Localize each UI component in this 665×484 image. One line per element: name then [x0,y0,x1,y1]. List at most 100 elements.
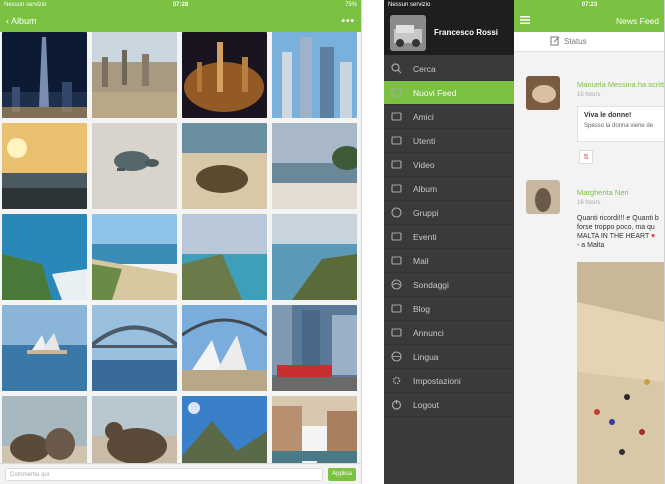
photo-dubai-night-skyline[interactable] [2,32,87,118]
post-header: Margherita Neri 16 hours [577,188,629,206]
sidebar-item-label: Annunci [413,327,444,338]
share-icon: ⇅ [583,154,589,161]
photo-dubai-aerial-city[interactable] [92,32,177,118]
photo-sydney-opera-house[interactable] [2,305,87,391]
photo-dubai-night-lights[interactable] [182,32,267,118]
post-line: - a Malta [577,242,605,249]
comment-input[interactable]: Commenta qui [5,467,323,481]
back-button[interactable]: ‹ Album [6,16,37,26]
sidebar-item-lingua[interactable]: Lingua [384,345,514,369]
sidebar-item-label: Sondaggi [413,279,449,290]
sidebar-item-label: Lingua [413,351,439,362]
sidebar-item-logout[interactable]: Logout [384,393,514,417]
photo-city-street-tram[interactable] [272,305,357,391]
photo-opera-house-closeup[interactable] [182,305,267,391]
carrier-label: Nessun servizio [388,2,431,8]
post-author[interactable]: Manuela Messina ha scritt [577,80,664,89]
news-feed: 07:23 News Feed Status Manuela Messina h… [514,0,665,484]
calendar-icon [390,230,403,243]
post-time: 15 hours [577,92,601,98]
apply-button[interactable]: Applica [328,467,356,481]
sidebar-item-label: Utenti [413,135,436,146]
status-bar: Nessun servizio [384,0,514,10]
sidebar-item-sondaggi[interactable]: Sondaggi [384,273,514,297]
sidebar-menu: Nessun servizio Francesco Rossi Cerca Nuo… [384,0,514,484]
video-icon [390,158,403,171]
sidebar-item-label: Video [413,159,435,170]
sidebar-item-utenti[interactable]: Utenti [384,129,514,153]
photo-grid [2,32,359,482]
sidebar-item-label: Amici [413,111,434,122]
comment-bar: Commenta qui Applica [0,463,361,484]
avatar[interactable] [526,180,560,214]
more-options-button[interactable]: ••• [341,16,355,27]
profile-name: Francesco Rossi [434,28,499,37]
post-line: MALTA IN THE HEART ♥ [577,233,656,240]
sidebar-item-annunci[interactable]: Annunci [384,321,514,345]
hamburger-menu-icon[interactable] [520,16,530,26]
post-time: 16 hours [577,200,601,206]
back-label: Album [11,16,37,26]
sidebar-item-blog[interactable]: Blog [384,297,514,321]
sidebar-item-impostazioni[interactable]: Impostazioni [384,369,514,393]
blog-icon [390,302,403,315]
mail-icon [390,254,403,267]
photo-coast-cliffs[interactable] [2,214,87,300]
photo-sunset-beach[interactable] [2,123,87,209]
feed-title: News Feed [616,16,659,26]
sidebar-item-label: Mail [413,255,429,266]
post-author[interactable]: Margherita Neri [577,188,629,197]
photo-beach-rocks[interactable] [272,123,357,209]
sidebar-item-label: Impostazioni [413,375,461,386]
post-card: Viva le donne! Spesso la donna viene de [577,106,665,142]
photo-rocky-coast[interactable] [272,214,357,300]
post-text: Spesso la donna viene de [584,123,654,129]
share-button[interactable]: ⇅ [579,150,593,164]
photo-skyscrapers-day[interactable] [272,32,357,118]
sidebar-item-mail[interactable]: Mail [384,249,514,273]
photo-coastal-hill[interactable] [182,214,267,300]
battery-label: 75% [344,2,357,8]
clock: 07:23 [581,2,598,8]
feed-navbar: News Feed [514,10,665,32]
sidebar-item-label: Blog [413,303,431,314]
sidebar-item-nuovi-feed[interactable]: Nuovi Feed [384,81,514,105]
heart-icon: ♥ [651,233,656,240]
sidebar-item-label: Logout [413,399,439,410]
status-bar: 07:23 [514,0,665,10]
sidebar-item-gruppi[interactable]: Gruppi [384,201,514,225]
photo-harbour-bridge[interactable] [92,305,177,391]
sidebar-item-label: Gruppi [413,207,439,218]
post-line: Quanti ricordi!!! e Quanti b [577,215,659,222]
status-button[interactable]: Status [514,32,665,52]
profile-header[interactable]: Francesco Rossi [384,10,514,55]
pencil-icon [550,36,560,48]
news-feed-screen: Nessun servizio Francesco Rossi Cerca Nuo… [384,0,665,484]
friends-icon [390,110,403,123]
users-icon [390,134,403,147]
search-icon [390,62,403,75]
sidebar-item-label: Eventi [413,231,437,242]
post-title: Viva le donne! [584,112,632,119]
announcement-icon [390,326,403,339]
photo-tortoise-beach[interactable] [182,123,267,209]
avatar[interactable] [526,76,560,110]
album-icon [390,182,403,195]
post-photo[interactable] [577,262,665,484]
photo-beach-bay[interactable] [92,214,177,300]
poll-icon [390,278,403,291]
album-screen: Nessun servizio 07:28 75% ‹ Album ••• Co… [0,0,362,484]
sidebar-item-amici[interactable]: Amici [384,105,514,129]
chevron-left-icon: ‹ [6,16,9,26]
post-header: Manuela Messina ha scritt 15 hours [577,80,664,98]
sidebar-item-cerca[interactable]: Cerca [384,57,514,81]
gear-icon [390,374,403,387]
photo-turtle-sand[interactable] [92,123,177,209]
globe-icon [390,350,403,363]
sidebar-item-video[interactable]: Video [384,153,514,177]
clock: 07:28 [172,2,189,8]
post-line: forse troppo poco, ma qu [577,224,655,231]
sidebar-item-eventi[interactable]: Eventi [384,225,514,249]
sidebar-item-label: Cerca [413,63,436,74]
sidebar-item-album[interactable]: Album [384,177,514,201]
